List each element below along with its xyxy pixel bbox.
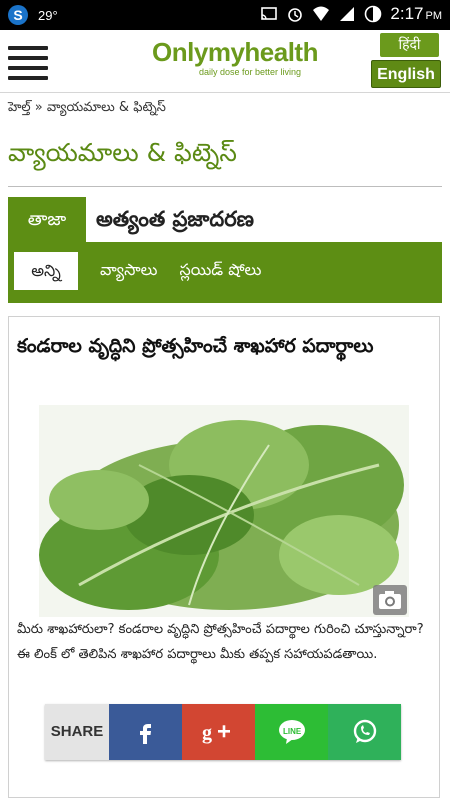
tab-latest[interactable]: తాజా [8, 197, 86, 242]
subtab-bar: అన్ని వ్యాసాలు స్లయిడ్ షోలు [8, 249, 261, 293]
google-plus-share-button[interactable]: g [182, 704, 255, 760]
logo-tagline: daily dose for better living [198, 67, 302, 77]
clock-time: 2:17 [390, 4, 424, 23]
share-label: SHARE [45, 704, 109, 760]
page-title: వ్యాయమాలు & ఫిట్నెస్ [8, 138, 237, 167]
spinach-leaves-illustration [39, 405, 409, 617]
google-plus-icon: g [202, 722, 230, 744]
logo-text: Onlymyhealth [152, 37, 318, 67]
facebook-icon [139, 724, 151, 744]
app-s-icon: S [8, 5, 28, 25]
content-tabs: తాజా అత్యంత ప్రజాదరణ అన్ని వ్యాసాలు స్లయ… [8, 197, 442, 303]
svg-text:LINE: LINE [283, 727, 302, 736]
subtab-all[interactable]: అన్ని [14, 252, 78, 290]
alarm-icon [288, 8, 303, 22]
line-share-button[interactable]: LINE [255, 704, 328, 760]
article-image-spinach[interactable] [39, 405, 409, 617]
article-title[interactable]: కండరాల వృద్ధిని ప్రోత్సహించే శాఖహార పదార… [17, 327, 417, 365]
clock-ampm: PM [425, 10, 443, 22]
divider [8, 186, 442, 187]
hindi-language-button[interactable]: हिंदी [380, 33, 439, 57]
facebook-share-button[interactable] [109, 704, 182, 760]
cast-icon [261, 7, 278, 20]
english-language-button[interactable]: English [371, 60, 441, 88]
site-header: Onlymyhealth daily dose for better livin… [0, 30, 450, 93]
hamburger-menu-icon[interactable] [8, 40, 48, 80]
article-card[interactable]: కండరాల వృద్ధిని ప్రోత్సహించే శాఖహార పదార… [8, 316, 440, 798]
site-logo[interactable]: Onlymyhealth daily dose for better livin… [150, 38, 320, 78]
temperature: 29° [38, 7, 58, 23]
tab-popular[interactable]: అత్యంత ప్రజాదరణ [86, 197, 442, 242]
signal-icon [340, 7, 355, 21]
breadcrumb[interactable]: హెల్త్ » వ్యాయమాలు & ఫిట్నెస్ [8, 100, 166, 118]
share-bar: SHARE g LINE [45, 704, 401, 760]
article-summary: మీరు శాఖహారులా? కండరాల వృద్ధిని ప్రోత్సహ… [17, 622, 424, 662]
camera-icon [373, 585, 407, 615]
svg-text:g: g [202, 722, 212, 744]
line-icon: LINE [278, 720, 305, 744]
wifi-icon [313, 6, 330, 21]
whatsapp-share-button[interactable] [328, 704, 401, 760]
whatsapp-icon [353, 719, 376, 743]
battery-icon [365, 5, 382, 23]
status-bar: S 29° 2:17 PM [0, 0, 450, 30]
subtab-slideshows[interactable]: స్లయిడ్ షోలు [179, 260, 261, 283]
subtab-articles[interactable]: వ్యాసాలు [100, 260, 157, 283]
